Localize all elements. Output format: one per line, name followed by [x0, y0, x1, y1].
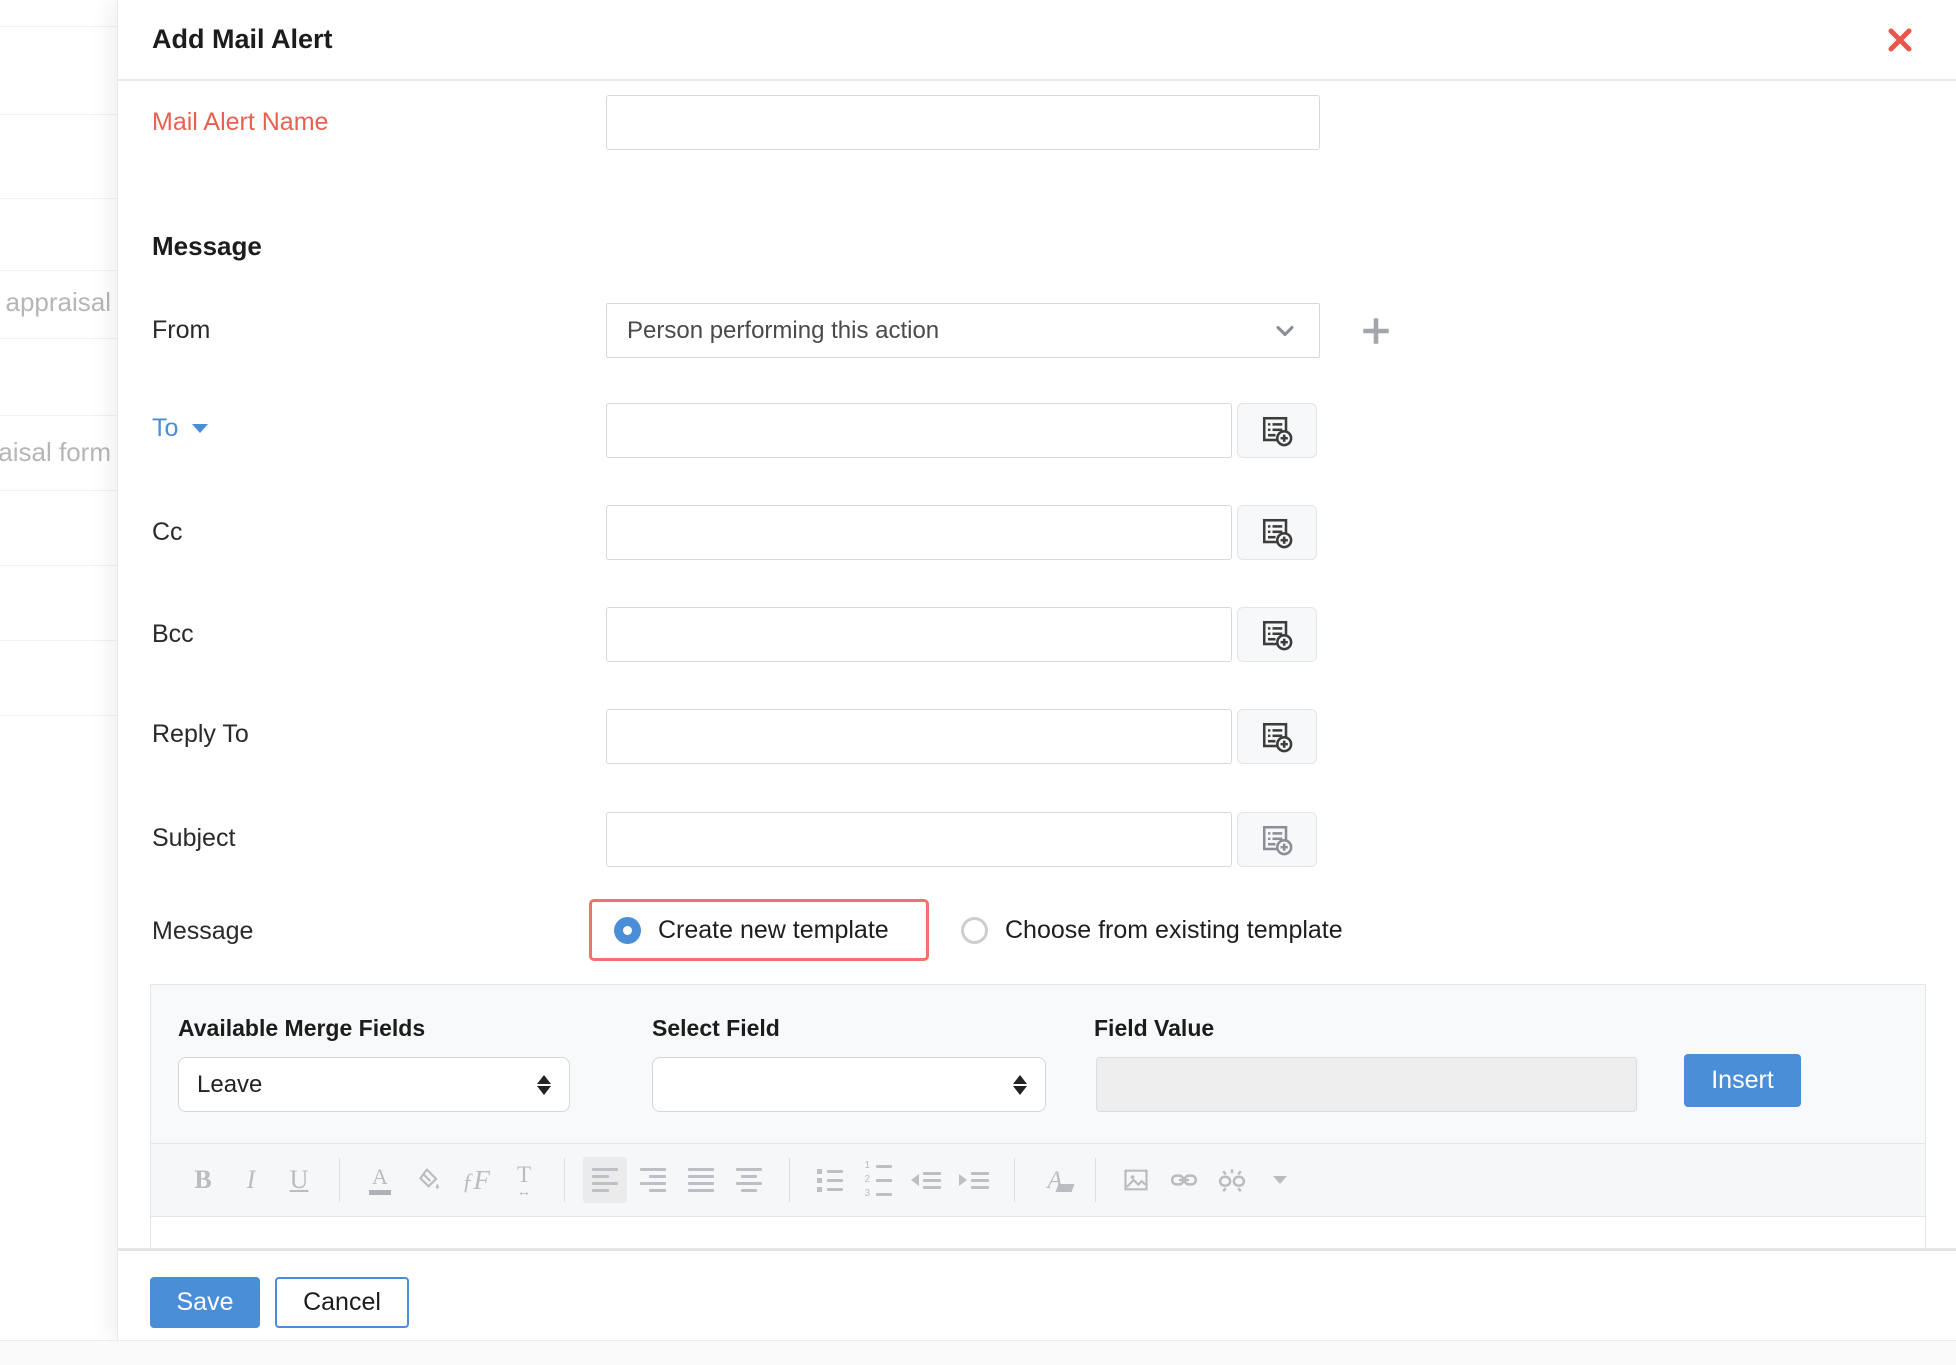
- subject-label: Subject: [152, 824, 235, 853]
- bcc-label: Bcc: [152, 620, 194, 649]
- font-color-icon[interactable]: A: [358, 1157, 402, 1203]
- message-section-title: Message: [152, 231, 262, 262]
- add-from-address-icon[interactable]: [1356, 303, 1396, 358]
- select-field-select[interactable]: [652, 1057, 1046, 1112]
- from-selected-value: Person performing this action: [627, 317, 939, 345]
- select-spinner-icon: [537, 1075, 551, 1095]
- clear-formatting-icon[interactable]: A: [1033, 1157, 1077, 1203]
- toolbar-separator: [339, 1158, 340, 1202]
- insert-button[interactable]: Insert: [1684, 1054, 1801, 1107]
- reply-to-insert-field-button[interactable]: [1237, 709, 1317, 764]
- divider: [0, 270, 117, 271]
- modal-title: Add Mail Alert: [152, 24, 333, 55]
- chevron-down-icon: [1271, 317, 1299, 345]
- available-merge-fields-label: Available Merge Fields: [178, 1015, 425, 1042]
- numbered-list-icon[interactable]: 1 2 3: [856, 1157, 900, 1203]
- create-new-template-highlight: Create new template: [589, 899, 929, 961]
- available-merge-fields-value: Leave: [197, 1071, 262, 1099]
- create-new-template-radio[interactable]: [614, 917, 641, 944]
- insert-link-icon[interactable]: [1162, 1157, 1206, 1203]
- font-size-icon[interactable]: T↔: [502, 1157, 546, 1203]
- divider: [0, 640, 117, 641]
- unlink-icon[interactable]: [1210, 1157, 1254, 1203]
- divider: [0, 114, 117, 115]
- divider: [0, 26, 117, 27]
- divider: [0, 198, 117, 199]
- bcc-insert-field-button[interactable]: [1237, 607, 1317, 662]
- cc-insert-field-button[interactable]: [1237, 505, 1317, 560]
- underline-icon[interactable]: U: [277, 1157, 321, 1203]
- field-value-label: Field Value: [1094, 1015, 1214, 1042]
- divider: [0, 415, 117, 416]
- mail-alert-name-input[interactable]: [606, 95, 1320, 150]
- reply-to-label: Reply To: [152, 720, 249, 749]
- select-field-label: Select Field: [652, 1015, 780, 1042]
- align-left-icon[interactable]: [583, 1157, 627, 1203]
- divider: [0, 490, 117, 491]
- merge-fields-panel: Available Merge Fields Leave Select Fiel…: [150, 984, 1926, 1144]
- divider: [0, 565, 117, 566]
- cc-label: Cc: [152, 518, 183, 547]
- cancel-button[interactable]: Cancel: [275, 1277, 409, 1328]
- message-template-label: Message: [152, 917, 253, 946]
- subject-input[interactable]: [606, 812, 1232, 867]
- to-input[interactable]: [606, 403, 1232, 458]
- toolbar-separator: [789, 1158, 790, 1202]
- mail-alert-name-label: Mail Alert Name: [152, 108, 328, 137]
- choose-existing-template-option: Choose from existing template: [961, 916, 1343, 945]
- to-label: To: [152, 414, 178, 443]
- modal-header: Add Mail Alert: [118, 0, 1956, 81]
- page-bottom-strip: [0, 1340, 1956, 1365]
- more-options-icon[interactable]: [1258, 1157, 1302, 1203]
- choose-existing-template-radio[interactable]: [961, 917, 988, 944]
- footer-divider: [118, 1248, 1956, 1251]
- background-page: appraisal aisal form: [0, 0, 117, 1365]
- close-icon[interactable]: [1882, 22, 1918, 58]
- field-value-input: [1096, 1057, 1637, 1112]
- insert-image-icon[interactable]: [1114, 1157, 1158, 1203]
- bold-icon[interactable]: B: [181, 1157, 225, 1203]
- font-family-icon[interactable]: ƒF: [454, 1157, 498, 1203]
- align-center-icon[interactable]: [727, 1157, 771, 1203]
- bullet-list-icon[interactable]: [808, 1157, 852, 1203]
- toolbar-separator: [1014, 1158, 1015, 1202]
- divider: [0, 715, 117, 716]
- indent-icon[interactable]: [952, 1157, 996, 1203]
- subject-insert-field-button[interactable]: [1237, 812, 1317, 867]
- bcc-input[interactable]: [606, 607, 1232, 662]
- select-spinner-icon: [1013, 1075, 1027, 1095]
- create-new-template-label[interactable]: Create new template: [658, 916, 889, 945]
- editor-body[interactable]: [150, 1217, 1926, 1248]
- from-label: From: [152, 316, 210, 345]
- align-justify-icon[interactable]: [679, 1157, 723, 1203]
- reply-to-input[interactable]: [606, 709, 1232, 764]
- italic-icon[interactable]: I: [229, 1157, 273, 1203]
- from-dropdown[interactable]: Person performing this action: [606, 303, 1320, 358]
- align-right-icon[interactable]: [631, 1157, 675, 1203]
- available-merge-fields-select[interactable]: Leave: [178, 1057, 570, 1112]
- to-insert-field-button[interactable]: [1237, 403, 1317, 458]
- add-mail-alert-modal: Add Mail Alert Mail Alert Name Message F…: [117, 0, 1956, 1340]
- divider: [0, 338, 117, 339]
- background-color-icon[interactable]: [406, 1157, 450, 1203]
- choose-existing-template-label[interactable]: Choose from existing template: [1005, 916, 1343, 945]
- background-text-appraisal-form: aisal form: [0, 437, 111, 468]
- toolbar-separator: [1095, 1158, 1096, 1202]
- to-label-dropdown[interactable]: To: [152, 414, 208, 443]
- editor-toolbar: B I U A ƒF T↔: [150, 1144, 1926, 1217]
- outdent-icon[interactable]: [904, 1157, 948, 1203]
- caret-down-icon: [192, 424, 208, 433]
- cc-input[interactable]: [606, 505, 1232, 560]
- background-text-appraisal: appraisal: [5, 287, 111, 318]
- toolbar-separator: [564, 1158, 565, 1202]
- save-button[interactable]: Save: [150, 1277, 260, 1328]
